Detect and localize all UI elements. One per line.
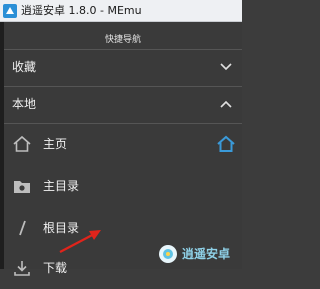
download-icon [14,261,30,276]
window-titlebar: 逍遥安卓 1.8.0 - MEmu [0,0,242,22]
section-local[interactable]: 本地 [4,87,242,123]
watermark-logo-icon [159,245,177,263]
app-logo-icon [3,4,17,18]
window-title: 逍遥安卓 1.8.0 - MEmu [21,4,142,17]
chevron-down-icon [220,63,232,71]
divider [4,123,242,124]
home-icon [13,135,31,152]
nav-item-label: 主页 [43,137,68,151]
section-label: 本地 [12,97,37,111]
slash-icon [19,220,26,236]
section-favorites[interactable]: 收藏 [4,50,242,86]
annotation-arrow-icon [59,230,101,253]
folder-icon [14,181,30,193]
nav-item-label: 主目录 [43,179,80,193]
quick-nav-panel: 快捷导航 收藏 本地 主页 主目录 根目录 下载 [4,22,242,276]
nav-item-label: 下载 [43,261,68,275]
nav-item-root-directory[interactable]: 根目录 [4,209,242,249]
watermark: 逍遥安卓 [158,244,230,264]
home-icon[interactable] [216,135,236,153]
section-label: 收藏 [12,60,37,74]
nav-header: 快捷导航 [104,35,141,45]
watermark-text: 逍遥安卓 [182,247,231,261]
nav-item-home[interactable]: 主页 [4,125,242,165]
nav-item-home-directory[interactable]: 主目录 [4,167,242,207]
chevron-up-icon [220,100,232,108]
